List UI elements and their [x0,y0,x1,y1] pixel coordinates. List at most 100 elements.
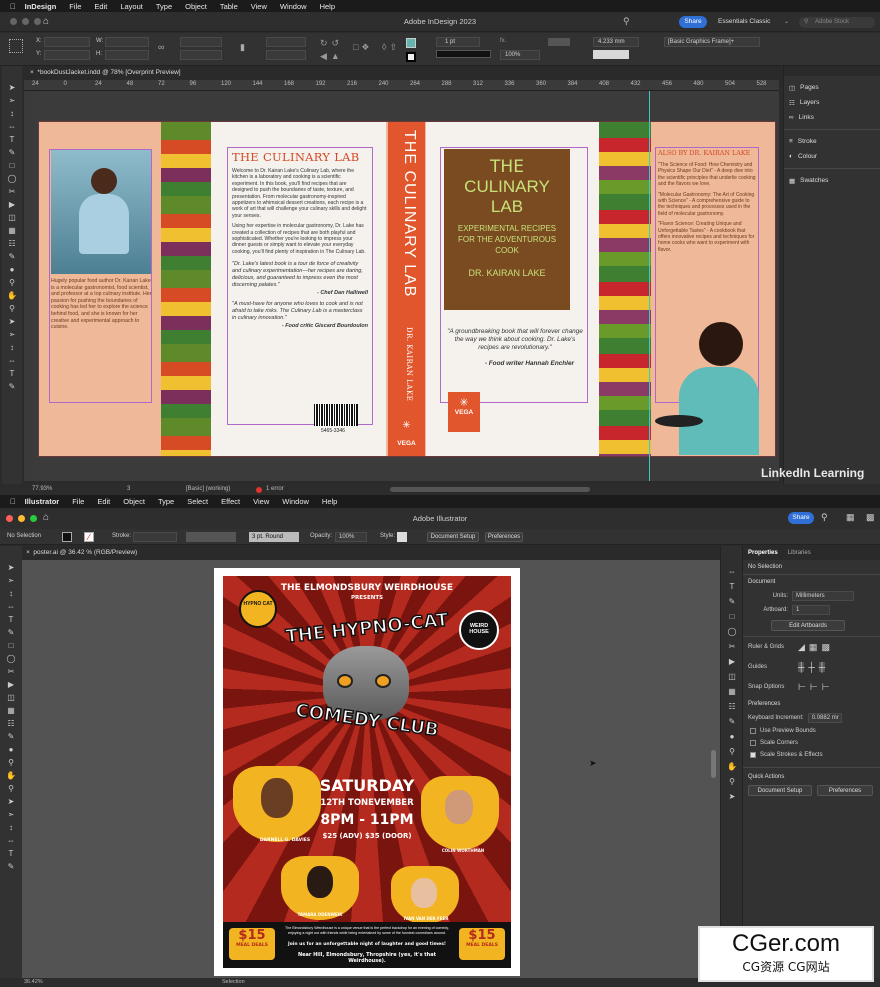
links-panel[interactable]: ∞ Links [784,110,880,125]
illustrator-tool-2-icon[interactable]: ➣ [6,576,16,586]
select-content-icons[interactable]: ◊⇧ [382,42,400,53]
stroke-weight-field[interactable]: 1 pt [436,37,480,47]
dock-panel-6-icon[interactable]: ✂ [727,642,737,652]
indesign-tool-18-icon[interactable]: ⚲ [7,304,17,314]
indesign-tool-23-icon[interactable]: T [7,369,17,379]
ai-menu-select[interactable]: Select [187,497,208,506]
illustrator-tool-10-icon[interactable]: ▶ [6,680,16,690]
guide-line[interactable] [649,91,650,481]
edit-artboards-button[interactable]: Edit Artboards [771,620,845,631]
ai-menu-effect[interactable]: Effect [221,497,240,506]
units-select[interactable]: Millimeters [792,591,854,601]
qa-document-setup-button[interactable]: Document Setup [748,785,812,796]
pages-panel[interactable]: ◫ Pages [784,80,880,95]
workspace-switcher[interactable]: Essentials Classic [718,18,770,25]
illustrator-tool-24-icon[interactable]: ✎ [6,862,16,872]
stroke-swatch[interactable] [406,52,416,62]
illustrator-tool-9-icon[interactable]: ✂ [6,667,16,677]
ai-menu-object[interactable]: Object [123,497,145,506]
apple-icon-2[interactable]:  [10,497,16,506]
error-count[interactable]: 1 error [266,486,284,492]
apple-icon[interactable]:  [10,2,16,11]
object-style-select[interactable]: [Basic Graphics Frame]+ [664,37,760,47]
horizontal-ruler[interactable]: 24 0 24 48 72 96 120 144 168 192 216 240 264 288 312 33… [24,80,779,91]
illustrator-tool-8-icon[interactable]: ◯ [6,654,16,664]
dock-panel-3-icon[interactable]: ✎ [727,597,737,607]
ai-close-tab-icon[interactable]: × [26,549,30,556]
lightbulb-icon[interactable]: ⚲ [623,16,630,27]
preview-bounds-row[interactable]: Use Preview Bounds [743,725,880,737]
ai-style-swatch[interactable] [397,532,407,542]
select-container-icons[interactable]: □❖ [353,42,373,53]
preview-bounds-checkbox[interactable] [750,728,756,734]
stroke-type-select[interactable] [436,50,491,58]
w-field[interactable] [105,37,149,47]
share-button[interactable]: Share [679,16,707,28]
dimension-field[interactable]: 4.233 mm [593,37,639,47]
ai-menu-type[interactable]: Type [158,497,174,506]
indesign-tool-14-icon[interactable]: ✎ [7,252,17,262]
grid-icon[interactable]: ▦ [809,642,818,653]
colour-panel[interactable]: ◐ Colour [784,149,880,164]
swatches-panel[interactable]: ▦ Swatches [784,173,880,188]
illustrator-tool-4-icon[interactable]: ⇔ [6,602,16,612]
y-field[interactable] [44,50,90,60]
wrap-icon[interactable] [548,38,570,46]
x-field[interactable] [44,37,90,47]
transform-icons[interactable]: ↻↺ [320,38,343,49]
indesign-tool-12-icon[interactable]: ▦ [7,226,17,236]
indesign-tool-20-icon[interactable]: ➣ [7,330,17,340]
scale-strokes-checkbox[interactable] [750,752,756,758]
constrain-icon[interactable]: ▮ [240,42,245,53]
ai-document-tab[interactable]: × poster.ai @ 36.42 % (RGB/Preview) [26,549,137,556]
menu-window[interactable]: Window [280,2,307,11]
h-field[interactable] [105,50,149,60]
indesign-tool-19-icon[interactable]: ➤ [7,317,17,327]
shear-field[interactable] [266,50,306,60]
indesign-tool-16-icon[interactable]: ⚲ [7,278,17,288]
dock-panel-14-icon[interactable]: ✋ [727,762,737,772]
ai-zoom-level[interactable]: 36.42% [24,979,43,985]
indesign-tool-6-icon[interactable]: ✎ [7,148,17,158]
illustrator-tool-13-icon[interactable]: ☷ [6,719,16,729]
zoom-level[interactable]: 77.93% [32,486,52,492]
indesign-tool-21-icon[interactable]: ↕ [7,343,17,353]
ai-preferences-button[interactable]: Preferences [485,532,523,542]
app-name[interactable]: InDesign [25,2,57,11]
qa-preferences-button[interactable]: Preferences [817,785,873,796]
reference-point-icon[interactable] [9,39,23,53]
indesign-tool-8-icon[interactable]: ◯ [7,174,17,184]
illustrator-tool-23-icon[interactable]: T [6,849,16,859]
ai-canvas[interactable]: THE ELMONDSBURY WEIRDHOUSE PRESENTS HYPN… [22,560,720,978]
dock-panel-4-icon[interactable]: □ [727,612,737,622]
ai-menu-edit[interactable]: Edit [97,497,110,506]
close-tab-icon[interactable]: × [30,69,34,76]
stroke-panel[interactable]: ≡ Stroke [784,134,880,149]
opacity-field[interactable]: 100% [500,50,540,60]
menu-file[interactable]: File [69,2,81,11]
illustrator-tool-15-icon[interactable]: ● [6,745,16,755]
ai-stroke-none-icon[interactable]: ∕ [84,532,94,542]
arrange-docs-icon[interactable]: ▦ [846,512,855,523]
indesign-tool-24-icon[interactable]: ✎ [7,382,17,392]
dock-panel-7-icon[interactable]: ▶ [727,657,737,667]
ai-search-icon[interactable]: ⚲ [821,512,828,523]
indesign-tool-10-icon[interactable]: ▶ [7,200,17,210]
ruler-icon[interactable]: ◢ [798,642,805,653]
indesign-tool-13-icon[interactable]: ☷ [7,239,17,249]
lock-guides-icon[interactable]: ┼ [808,662,814,672]
illustrator-tool-22-icon[interactable]: ⇔ [6,836,16,846]
menu-table[interactable]: Table [220,2,238,11]
illustrator-tool-18-icon[interactable]: ⚲ [6,784,16,794]
indesign-tool-22-icon[interactable]: ⇔ [7,356,17,366]
page-number[interactable]: 3 [127,486,130,492]
menu-edit[interactable]: Edit [94,2,107,11]
ai-share-button[interactable]: Share [788,512,814,524]
illustrator-tool-17-icon[interactable]: ✋ [6,771,16,781]
indesign-tool-3-icon[interactable]: ↕ [7,109,17,119]
scale-x-field[interactable] [180,37,222,47]
dock-panel-13-icon[interactable]: ⚲ [727,747,737,757]
scale-y-field[interactable] [180,50,222,60]
dock-panel-10-icon[interactable]: ☷ [727,702,737,712]
dock-panel-16-icon[interactable]: ➤ [727,792,737,802]
